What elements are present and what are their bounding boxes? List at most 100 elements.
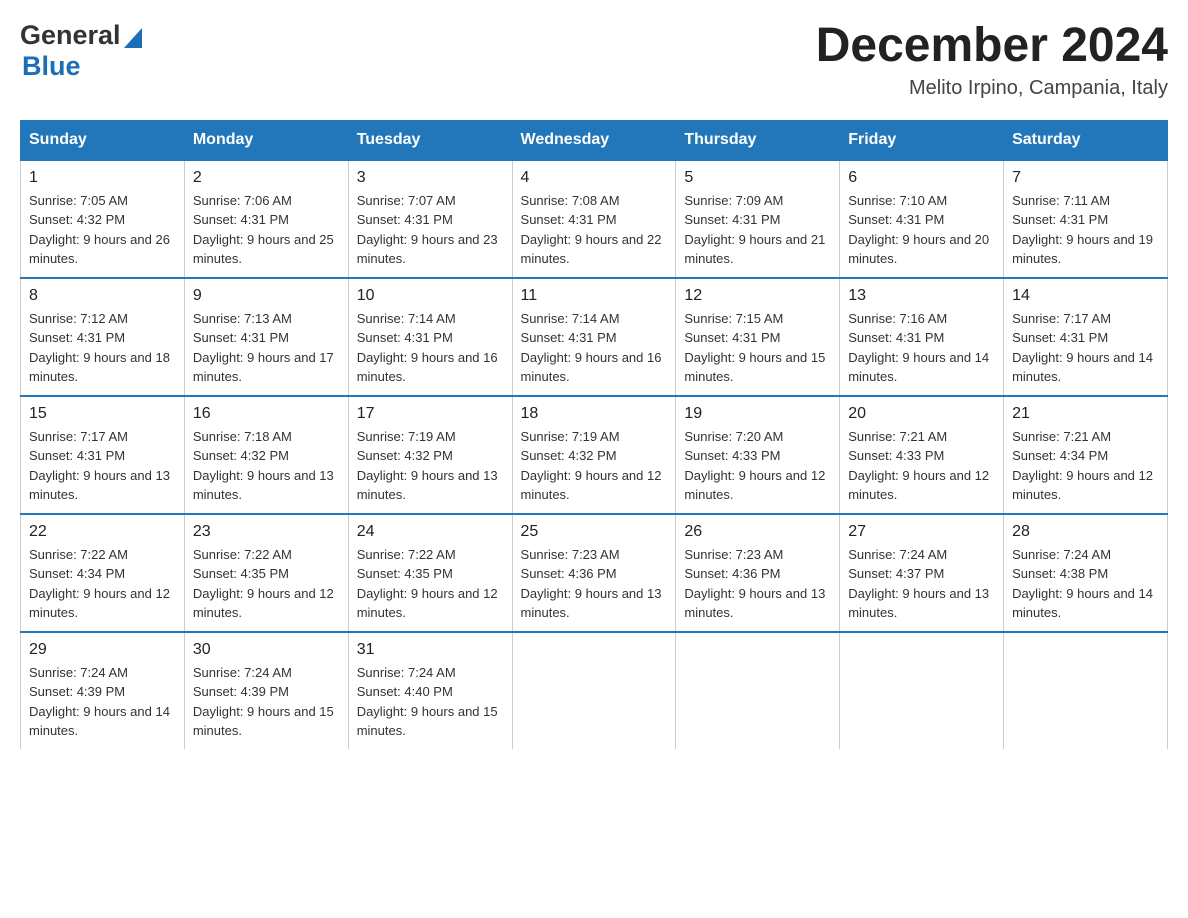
day-cell [1004,632,1168,749]
day-number: 25 [521,523,668,541]
day-cell: 4 Sunrise: 7:08 AMSunset: 4:31 PMDayligh… [512,160,676,278]
day-number: 4 [521,169,668,187]
day-info: Sunrise: 7:05 AMSunset: 4:32 PMDaylight:… [29,191,176,269]
day-info: Sunrise: 7:19 AMSunset: 4:32 PMDaylight:… [357,427,504,505]
day-cell: 28 Sunrise: 7:24 AMSunset: 4:38 PMDaylig… [1004,514,1168,632]
day-number: 9 [193,287,340,305]
day-number: 27 [848,523,995,541]
location-text: Melito Irpino, Campania, Italy [816,77,1168,100]
day-number: 19 [684,405,831,423]
header-friday: Friday [840,120,1004,160]
day-cell: 21 Sunrise: 7:21 AMSunset: 4:34 PMDaylig… [1004,396,1168,514]
day-cell: 25 Sunrise: 7:23 AMSunset: 4:36 PMDaylig… [512,514,676,632]
header-wednesday: Wednesday [512,120,676,160]
day-info: Sunrise: 7:09 AMSunset: 4:31 PMDaylight:… [684,191,831,269]
day-number: 17 [357,405,504,423]
day-info: Sunrise: 7:24 AMSunset: 4:40 PMDaylight:… [357,663,504,741]
day-cell: 11 Sunrise: 7:14 AMSunset: 4:31 PMDaylig… [512,278,676,396]
day-cell: 15 Sunrise: 7:17 AMSunset: 4:31 PMDaylig… [21,396,185,514]
day-cell [676,632,840,749]
day-info: Sunrise: 7:14 AMSunset: 4:31 PMDaylight:… [357,309,504,387]
day-info: Sunrise: 7:13 AMSunset: 4:31 PMDaylight:… [193,309,340,387]
day-number: 3 [357,169,504,187]
day-info: Sunrise: 7:23 AMSunset: 4:36 PMDaylight:… [684,545,831,623]
day-number: 12 [684,287,831,305]
day-info: Sunrise: 7:15 AMSunset: 4:31 PMDaylight:… [684,309,831,387]
calendar-header-row: SundayMondayTuesdayWednesdayThursdayFrid… [21,120,1168,160]
day-cell: 7 Sunrise: 7:11 AMSunset: 4:31 PMDayligh… [1004,160,1168,278]
day-number: 10 [357,287,504,305]
day-info: Sunrise: 7:24 AMSunset: 4:39 PMDaylight:… [29,663,176,741]
day-info: Sunrise: 7:24 AMSunset: 4:39 PMDaylight:… [193,663,340,741]
day-cell: 18 Sunrise: 7:19 AMSunset: 4:32 PMDaylig… [512,396,676,514]
day-cell [512,632,676,749]
day-cell: 3 Sunrise: 7:07 AMSunset: 4:31 PMDayligh… [348,160,512,278]
day-info: Sunrise: 7:06 AMSunset: 4:31 PMDaylight:… [193,191,340,269]
day-info: Sunrise: 7:18 AMSunset: 4:32 PMDaylight:… [193,427,340,505]
day-info: Sunrise: 7:14 AMSunset: 4:31 PMDaylight:… [521,309,668,387]
day-info: Sunrise: 7:22 AMSunset: 4:34 PMDaylight:… [29,545,176,623]
day-cell: 5 Sunrise: 7:09 AMSunset: 4:31 PMDayligh… [676,160,840,278]
day-cell: 10 Sunrise: 7:14 AMSunset: 4:31 PMDaylig… [348,278,512,396]
day-info: Sunrise: 7:20 AMSunset: 4:33 PMDaylight:… [684,427,831,505]
week-row-5: 29 Sunrise: 7:24 AMSunset: 4:39 PMDaylig… [21,632,1168,749]
day-info: Sunrise: 7:16 AMSunset: 4:31 PMDaylight:… [848,309,995,387]
day-number: 26 [684,523,831,541]
logo-general-text: General [20,20,121,51]
day-info: Sunrise: 7:22 AMSunset: 4:35 PMDaylight:… [193,545,340,623]
day-number: 11 [521,287,668,305]
day-number: 13 [848,287,995,305]
day-cell: 24 Sunrise: 7:22 AMSunset: 4:35 PMDaylig… [348,514,512,632]
month-title: December 2024 [816,20,1168,73]
day-cell: 13 Sunrise: 7:16 AMSunset: 4:31 PMDaylig… [840,278,1004,396]
calendar-table: SundayMondayTuesdayWednesdayThursdayFrid… [20,120,1168,749]
day-cell: 31 Sunrise: 7:24 AMSunset: 4:40 PMDaylig… [348,632,512,749]
day-number: 8 [29,287,176,305]
day-cell: 29 Sunrise: 7:24 AMSunset: 4:39 PMDaylig… [21,632,185,749]
day-info: Sunrise: 7:19 AMSunset: 4:32 PMDaylight:… [521,427,668,505]
day-number: 5 [684,169,831,187]
week-row-2: 8 Sunrise: 7:12 AMSunset: 4:31 PMDayligh… [21,278,1168,396]
header-thursday: Thursday [676,120,840,160]
day-cell: 17 Sunrise: 7:19 AMSunset: 4:32 PMDaylig… [348,396,512,514]
day-cell: 16 Sunrise: 7:18 AMSunset: 4:32 PMDaylig… [184,396,348,514]
week-row-4: 22 Sunrise: 7:22 AMSunset: 4:34 PMDaylig… [21,514,1168,632]
day-number: 20 [848,405,995,423]
day-info: Sunrise: 7:21 AMSunset: 4:34 PMDaylight:… [1012,427,1159,505]
day-number: 15 [29,405,176,423]
page-header: General Blue December 2024 Melito Irpino… [20,20,1168,100]
header-tuesday: Tuesday [348,120,512,160]
day-number: 14 [1012,287,1159,305]
day-number: 31 [357,641,504,659]
header-monday: Monday [184,120,348,160]
day-info: Sunrise: 7:17 AMSunset: 4:31 PMDaylight:… [1012,309,1159,387]
day-info: Sunrise: 7:12 AMSunset: 4:31 PMDaylight:… [29,309,176,387]
day-cell: 6 Sunrise: 7:10 AMSunset: 4:31 PMDayligh… [840,160,1004,278]
day-info: Sunrise: 7:21 AMSunset: 4:33 PMDaylight:… [848,427,995,505]
day-number: 24 [357,523,504,541]
day-cell: 1 Sunrise: 7:05 AMSunset: 4:32 PMDayligh… [21,160,185,278]
day-cell: 14 Sunrise: 7:17 AMSunset: 4:31 PMDaylig… [1004,278,1168,396]
logo-triangle-icon [124,26,142,48]
day-cell [840,632,1004,749]
day-number: 7 [1012,169,1159,187]
day-info: Sunrise: 7:07 AMSunset: 4:31 PMDaylight:… [357,191,504,269]
day-number: 16 [193,405,340,423]
day-number: 2 [193,169,340,187]
header-sunday: Sunday [21,120,185,160]
day-number: 21 [1012,405,1159,423]
day-info: Sunrise: 7:11 AMSunset: 4:31 PMDaylight:… [1012,191,1159,269]
day-info: Sunrise: 7:08 AMSunset: 4:31 PMDaylight:… [521,191,668,269]
day-number: 1 [29,169,176,187]
day-cell: 2 Sunrise: 7:06 AMSunset: 4:31 PMDayligh… [184,160,348,278]
title-section: December 2024 Melito Irpino, Campania, I… [816,20,1168,100]
day-number: 18 [521,405,668,423]
day-info: Sunrise: 7:24 AMSunset: 4:37 PMDaylight:… [848,545,995,623]
day-info: Sunrise: 7:23 AMSunset: 4:36 PMDaylight:… [521,545,668,623]
day-cell: 27 Sunrise: 7:24 AMSunset: 4:37 PMDaylig… [840,514,1004,632]
week-row-1: 1 Sunrise: 7:05 AMSunset: 4:32 PMDayligh… [21,160,1168,278]
day-cell: 30 Sunrise: 7:24 AMSunset: 4:39 PMDaylig… [184,632,348,749]
day-cell: 8 Sunrise: 7:12 AMSunset: 4:31 PMDayligh… [21,278,185,396]
logo-blue-text: Blue [22,51,81,82]
day-cell: 12 Sunrise: 7:15 AMSunset: 4:31 PMDaylig… [676,278,840,396]
